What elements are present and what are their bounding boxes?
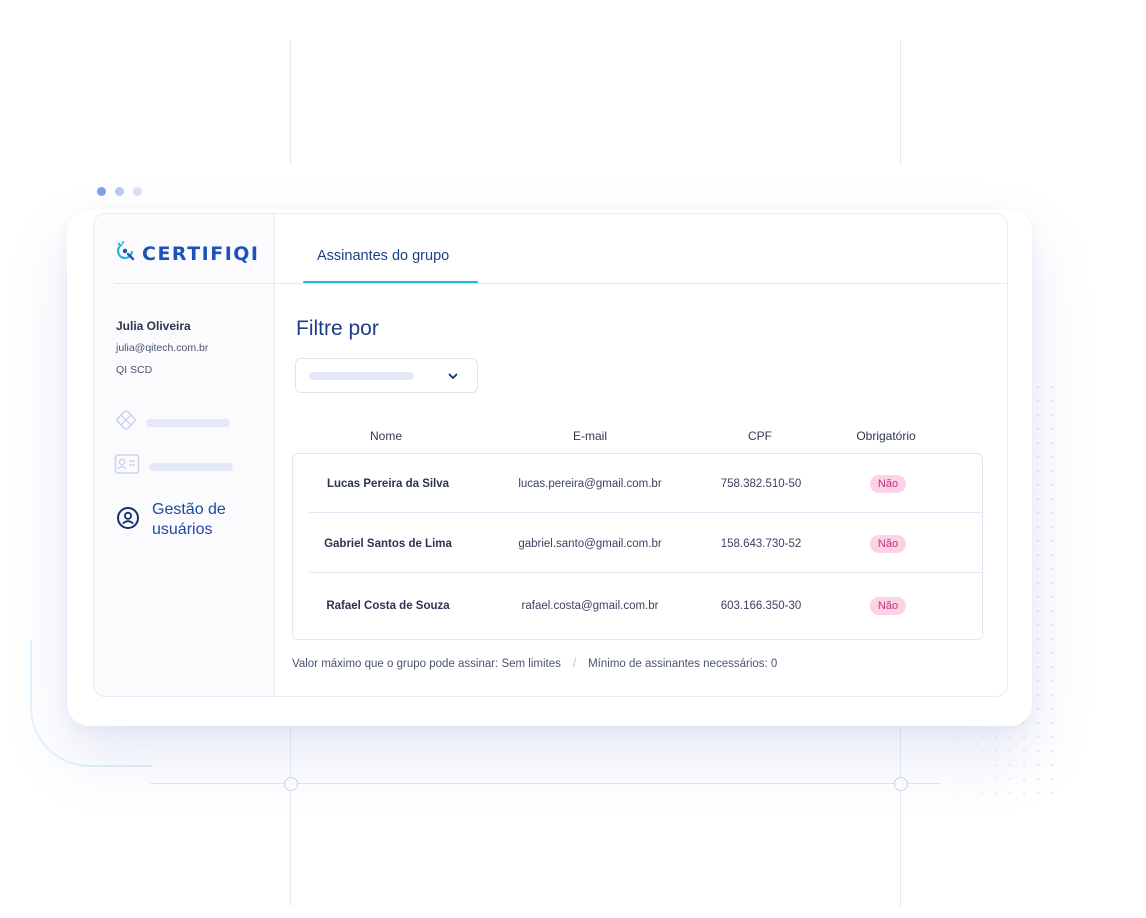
cell-email: rafael.costa@gmail.com.br (521, 600, 659, 612)
window-dot (133, 187, 142, 196)
user-org: QI SCD (116, 364, 153, 376)
chevron-down-icon (447, 369, 459, 387)
row-divider (309, 512, 982, 513)
sidebar-item-user-management[interactable]: Gestão de usuários (116, 500, 252, 540)
cell-cpf: 758.382.510-50 (720, 478, 802, 490)
window-dot (97, 187, 106, 196)
column-header-cpf: CPF (748, 429, 772, 443)
tab-bar-divider (275, 283, 1007, 284)
separator: / (572, 658, 577, 670)
cell-email: lucas.pereira@gmail.com.br (518, 478, 662, 490)
filter-title: Filtre por (296, 317, 379, 340)
sidebar-item-identity[interactable] (114, 453, 233, 480)
sidebar-item-label: Gestão de usuários (152, 501, 226, 538)
filter-select[interactable] (295, 358, 478, 393)
user-circle-icon (116, 506, 140, 535)
app-window: CERTIFIQI Julia Oliveira julia@qitech.co… (93, 213, 1008, 697)
q-logo-icon (114, 240, 136, 267)
status-badge: Não (869, 475, 907, 493)
bg-grid-node (284, 777, 298, 791)
bg-grid-line (290, 726, 291, 906)
window-controls (97, 187, 142, 196)
bg-grid-line (900, 726, 901, 906)
cell-name: Rafael Costa de Souza (326, 600, 450, 612)
status-badge: Não (869, 535, 907, 553)
column-header-email: E-mail (572, 429, 608, 443)
cell-cpf: 158.643.730-52 (720, 538, 802, 550)
diamond-grid-icon (114, 408, 138, 437)
status-badge: Não (869, 597, 907, 615)
bg-grid-line (900, 40, 901, 165)
sidebar-divider (114, 283, 274, 284)
bg-grid-line (150, 783, 940, 784)
select-placeholder (309, 372, 414, 380)
table-row[interactable]: Gabriel Santos de Lima gabriel.santo@gma… (293, 514, 982, 574)
user-email: julia@qitech.com.br (116, 342, 209, 354)
max-value-text: Valor máximo que o grupo pode assinar: S… (292, 658, 561, 670)
window-dot (115, 187, 124, 196)
table-row[interactable]: Lucas Pereira da Silva lucas.pereira@gma… (293, 454, 982, 514)
id-card-icon (114, 453, 140, 480)
row-divider (309, 572, 982, 573)
cell-cpf: 603.166.350-30 (720, 600, 802, 612)
group-limits-note: Valor máximo que o grupo pode assinar: S… (292, 658, 777, 670)
min-signers-text: Mínimo de assinantes necessários: 0 (588, 658, 778, 670)
cell-name: Lucas Pereira da Silva (326, 478, 450, 490)
logo[interactable]: CERTIFIQI (114, 240, 260, 267)
user-name: Julia Oliveira (116, 319, 191, 333)
table-row[interactable]: Rafael Costa de Souza rafael.costa@gmail… (293, 576, 982, 636)
bg-grid-line (290, 40, 291, 165)
sidebar-item-placeholder (146, 418, 230, 427)
column-header-required: Obrigatório (856, 429, 916, 443)
sidebar: CERTIFIQI Julia Oliveira julia@qitech.co… (94, 214, 275, 696)
sidebar-item-placeholder (149, 462, 233, 471)
cell-name: Gabriel Santos de Lima (324, 538, 452, 550)
main-content: Assinantes do grupo Filtre por Nome E-ma… (275, 214, 1007, 696)
column-header-name: Nome (369, 429, 403, 443)
tab-group-signers[interactable]: Assinantes do grupo (317, 248, 449, 264)
signers-table: Lucas Pereira da Silva lucas.pereira@gma… (292, 453, 983, 640)
cell-email: gabriel.santo@gmail.com.br (518, 538, 662, 550)
logo-text: CERTIFIQI (142, 242, 260, 265)
sidebar-item-documents[interactable] (114, 408, 230, 437)
